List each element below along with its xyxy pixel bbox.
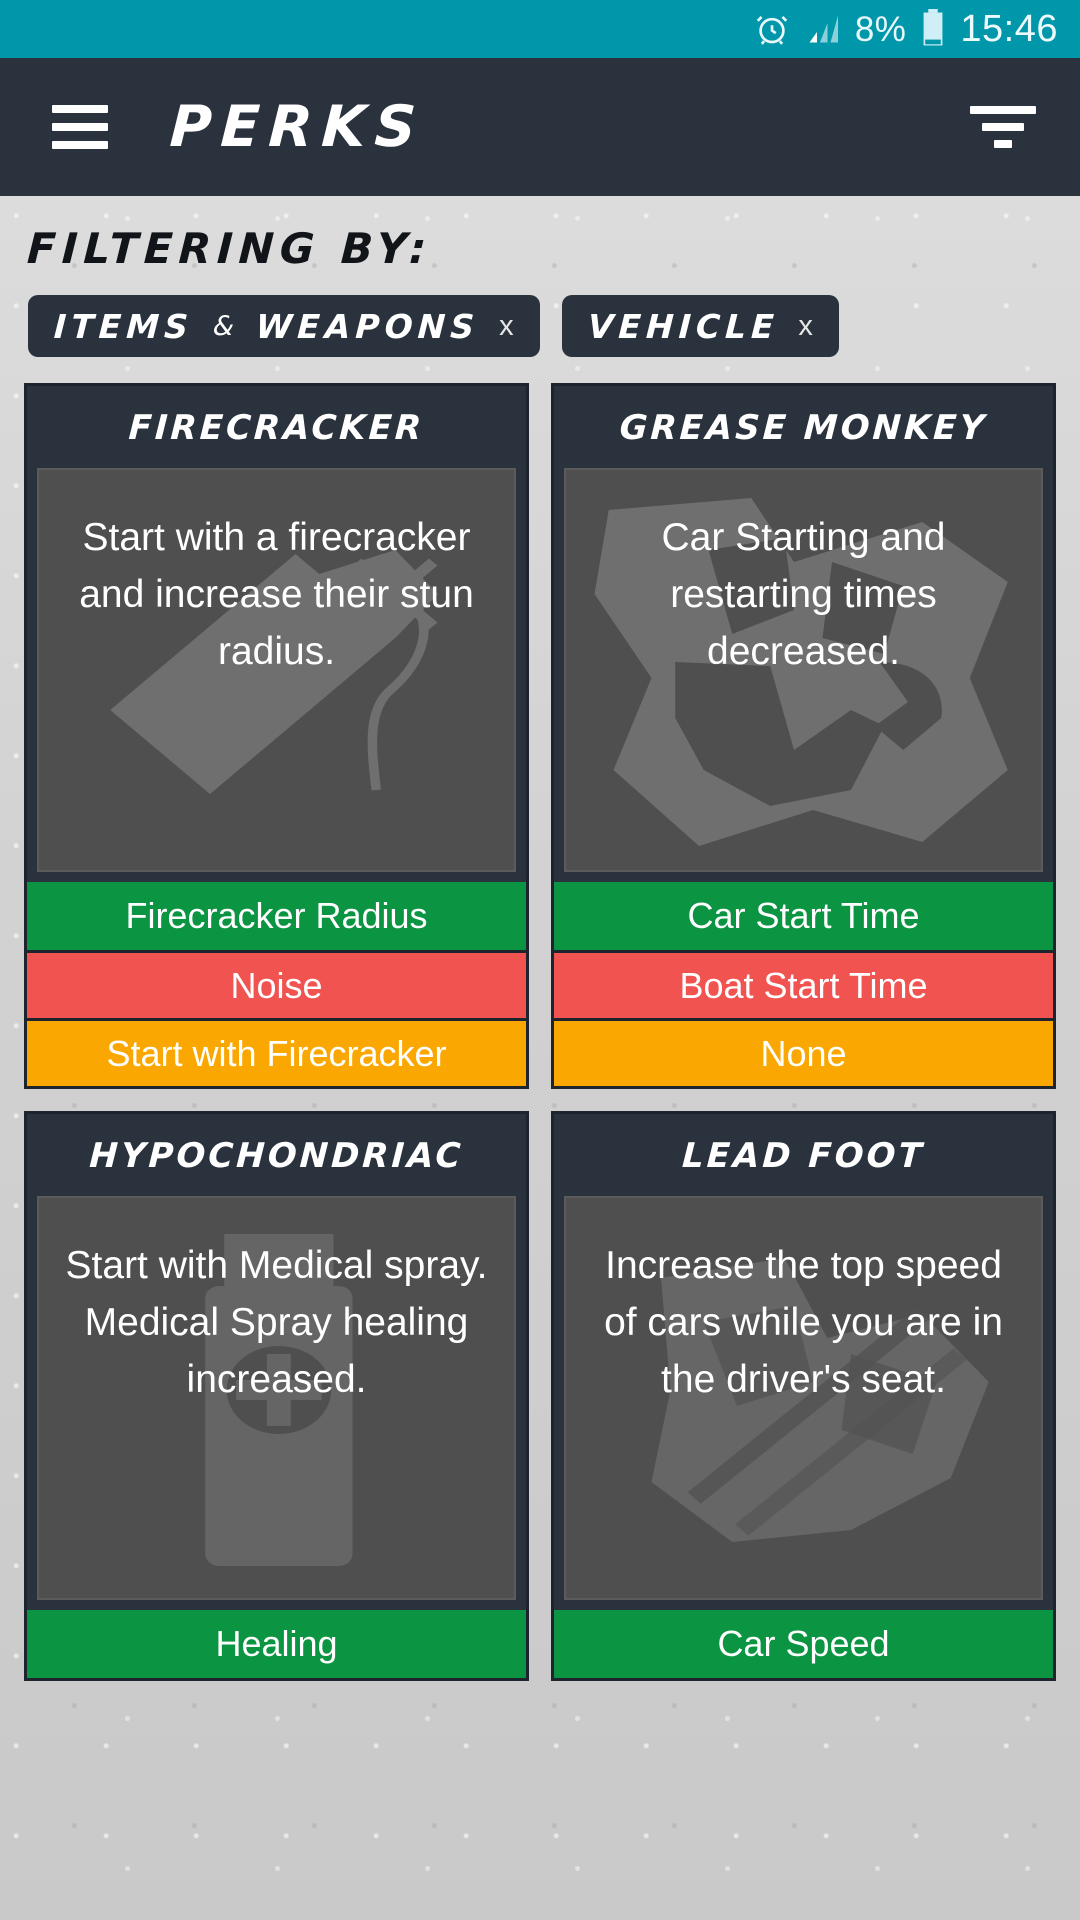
perk-stat-row[interactable]: Noise xyxy=(27,950,526,1018)
perk-stat-list: Car Start Time Boat Start Time None xyxy=(554,882,1053,1086)
battery-icon xyxy=(920,9,946,49)
perk-stat-row[interactable]: None xyxy=(554,1018,1053,1086)
perk-card-title: LEAD FOOT xyxy=(681,1136,926,1176)
perk-card-grid: FIRECRACKER Start with a firecracker and… xyxy=(0,357,1080,1681)
perk-stat-row[interactable]: Firecracker Radius xyxy=(27,882,526,950)
perk-card-description: Increase the top speed of cars while you… xyxy=(604,1244,1003,1401)
main-content: FILTERING BY: ITEMS & WEAPONS x VEHICLE … xyxy=(0,196,1080,1920)
remove-filter-icon[interactable]: x xyxy=(499,310,514,343)
remove-filter-icon[interactable]: x xyxy=(798,310,813,343)
perk-card-title: GREASE MONKEY xyxy=(618,408,989,448)
perk-card-description: Start with Medical spray. Medical Spray … xyxy=(65,1244,488,1401)
perk-stat-list: Car Speed xyxy=(554,1610,1053,1678)
filtering-by-label: FILTERING BY: xyxy=(25,224,434,273)
filter-chip-ampersand: & xyxy=(212,310,237,342)
perk-card[interactable]: LEAD FOOT Increase the top speed of cars… xyxy=(551,1111,1056,1681)
perk-card-title: FIRECRACKER xyxy=(127,408,426,448)
battery-percent-label: 8% xyxy=(854,9,907,49)
perk-stat-row[interactable]: Car Start Time xyxy=(554,882,1053,950)
perk-card-body: Start with Medical spray. Medical Spray … xyxy=(37,1196,516,1600)
filter-chip-vehicle[interactable]: VEHICLE x xyxy=(561,295,839,357)
perk-card-description: Car Starting and restarting times decrea… xyxy=(661,516,946,673)
perk-card[interactable]: FIRECRACKER Start with a firecracker and… xyxy=(24,383,529,1089)
alarm-clock-icon xyxy=(753,10,791,48)
clock-label: 15:46 xyxy=(960,8,1058,50)
perk-card[interactable]: HYPOCHONDRIAC Start with Medical spray. … xyxy=(24,1111,529,1681)
perk-card-body: Car Starting and restarting times decrea… xyxy=(564,468,1043,872)
filter-chip-items-weapons[interactable]: ITEMS & WEAPONS x xyxy=(28,295,540,357)
cellular-signal-icon xyxy=(805,11,841,47)
filter-chip-label: VEHICLE xyxy=(586,306,780,346)
perk-stat-row[interactable]: Start with Firecracker xyxy=(27,1018,526,1086)
app-bar: PERKS xyxy=(0,58,1080,196)
perk-stat-row[interactable]: Car Speed xyxy=(554,1610,1053,1678)
filter-chip-label: ITEMS xyxy=(52,306,194,346)
hamburger-menu-icon[interactable] xyxy=(52,105,108,149)
filter-icon[interactable] xyxy=(970,106,1036,148)
filter-chip-label-2: WEAPONS xyxy=(254,306,481,346)
perk-card-description: Start with a firecracker and increase th… xyxy=(79,516,474,673)
page-title: PERKS xyxy=(168,94,427,160)
perk-card-body: Start with a firecracker and increase th… xyxy=(37,468,516,872)
filter-chip-list: ITEMS & WEAPONS x VEHICLE x xyxy=(0,273,1080,357)
perk-stat-row[interactable]: Healing xyxy=(27,1610,526,1678)
perk-stat-list: Healing xyxy=(27,1610,526,1678)
perk-card-title: HYPOCHONDRIAC xyxy=(88,1136,465,1176)
perk-stat-row[interactable]: Boat Start Time xyxy=(554,950,1053,1018)
perk-card[interactable]: GREASE MONKEY Car Starting and restartin… xyxy=(551,383,1056,1089)
perk-stat-list: Firecracker Radius Noise Start with Fire… xyxy=(27,882,526,1086)
status-bar: 8% 15:46 xyxy=(0,0,1080,58)
perk-card-body: Increase the top speed of cars while you… xyxy=(564,1196,1043,1600)
